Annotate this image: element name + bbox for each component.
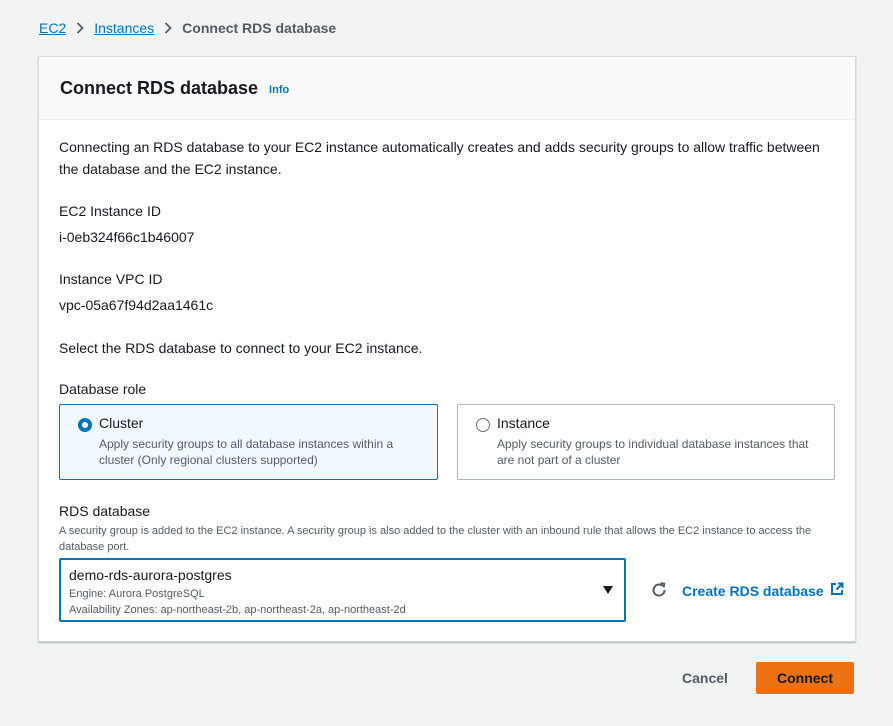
create-rds-database-label: Create RDS database xyxy=(682,582,824,599)
breadcrumb-current: Connect RDS database xyxy=(182,20,337,36)
info-link[interactable]: Info xyxy=(269,84,289,96)
chevron-right-icon xyxy=(66,22,94,34)
role-option-instance[interactable]: Instance Apply security groups to indivi… xyxy=(457,404,835,480)
radio-unselected-icon[interactable] xyxy=(476,418,490,432)
selected-database-name: demo-rds-aurora-postgres xyxy=(69,567,232,583)
vpc-id-value: vpc-05a67f94d2aa1461c xyxy=(59,297,214,313)
role-option-cluster[interactable]: Cluster Apply security groups to all dat… xyxy=(59,404,438,480)
dropdown-caret-icon xyxy=(603,586,613,594)
breadcrumb-instances-link[interactable]: Instances xyxy=(94,20,154,36)
vpc-id-label: Instance VPC ID xyxy=(59,271,163,287)
panel-header: Connect RDS database Info xyxy=(39,57,855,120)
cancel-button[interactable]: Cancel xyxy=(670,662,740,694)
connect-rds-panel: Connect RDS database Info Connecting an … xyxy=(38,56,856,642)
database-role-label: Database role xyxy=(59,381,147,397)
refresh-icon[interactable] xyxy=(650,581,668,599)
breadcrumb-ec2-link[interactable]: EC2 xyxy=(39,20,66,36)
breadcrumb: EC2 Instances Connect RDS database xyxy=(39,18,336,38)
selected-database-engine: Engine: Aurora PostgreSQL xyxy=(69,588,205,600)
instance-id-value: i-0eb324f66c1b46007 xyxy=(59,229,195,245)
chevron-right-icon xyxy=(154,22,182,34)
rds-database-select[interactable]: demo-rds-aurora-postgres Engine: Aurora … xyxy=(59,558,626,622)
radio-selected-icon[interactable] xyxy=(78,418,92,432)
page-title: Connect RDS database xyxy=(60,77,259,98)
intro-text: Connecting an RDS database to your EC2 i… xyxy=(59,139,820,177)
role-option-description: Apply security groups to all database in… xyxy=(99,437,394,467)
rds-database-description: A security group is added to the EC2 ins… xyxy=(59,525,812,553)
connect-button[interactable]: Connect xyxy=(756,662,854,694)
instance-id-label: EC2 Instance ID xyxy=(59,203,161,219)
role-option-description: Apply security groups to individual data… xyxy=(497,437,809,467)
create-rds-database-link[interactable]: Create RDS database xyxy=(682,582,844,599)
rds-database-label: RDS database xyxy=(59,503,151,519)
selected-database-azs: Availability Zones: ap-northeast-2b, ap-… xyxy=(69,604,406,616)
select-prompt: Select the RDS database to connect to yo… xyxy=(59,340,423,356)
role-option-title: Instance xyxy=(497,415,550,431)
role-option-title: Cluster xyxy=(99,415,144,431)
external-link-icon xyxy=(830,582,844,599)
